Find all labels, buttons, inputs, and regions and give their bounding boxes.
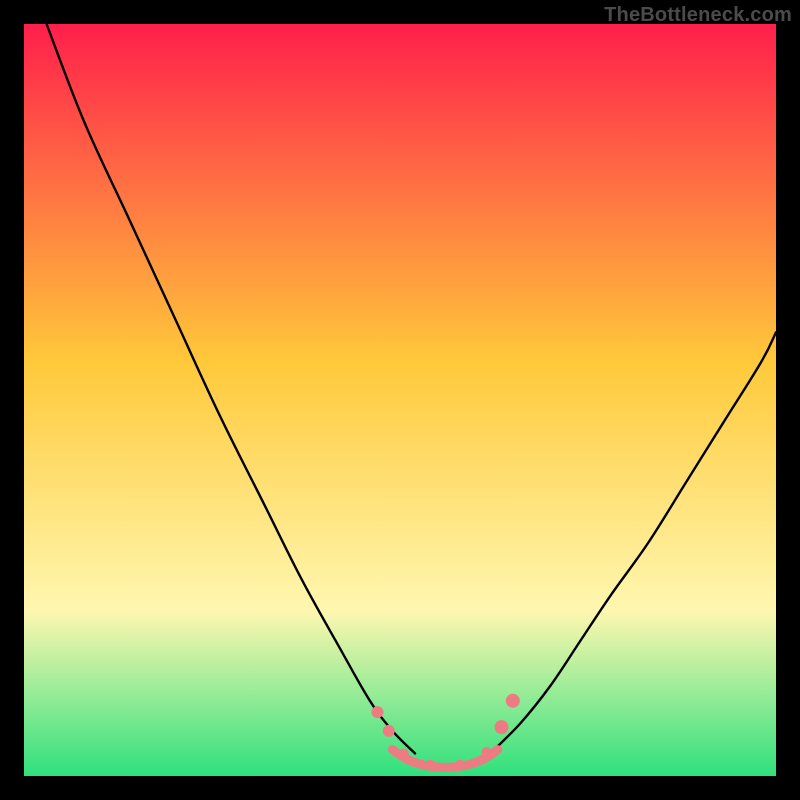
marker-7 bbox=[506, 694, 520, 708]
chart-canvas bbox=[24, 24, 776, 776]
marker-5 bbox=[481, 747, 491, 757]
marker-4 bbox=[455, 760, 465, 770]
gradient-background bbox=[24, 24, 776, 776]
chart-frame: TheBottleneck.com bbox=[0, 0, 800, 800]
watermark-text: TheBottleneck.com bbox=[604, 4, 792, 27]
marker-3 bbox=[425, 760, 435, 770]
plot-area bbox=[24, 24, 776, 776]
marker-6 bbox=[495, 720, 509, 734]
marker-2 bbox=[399, 748, 409, 758]
marker-0 bbox=[371, 706, 383, 718]
marker-1 bbox=[383, 725, 395, 737]
